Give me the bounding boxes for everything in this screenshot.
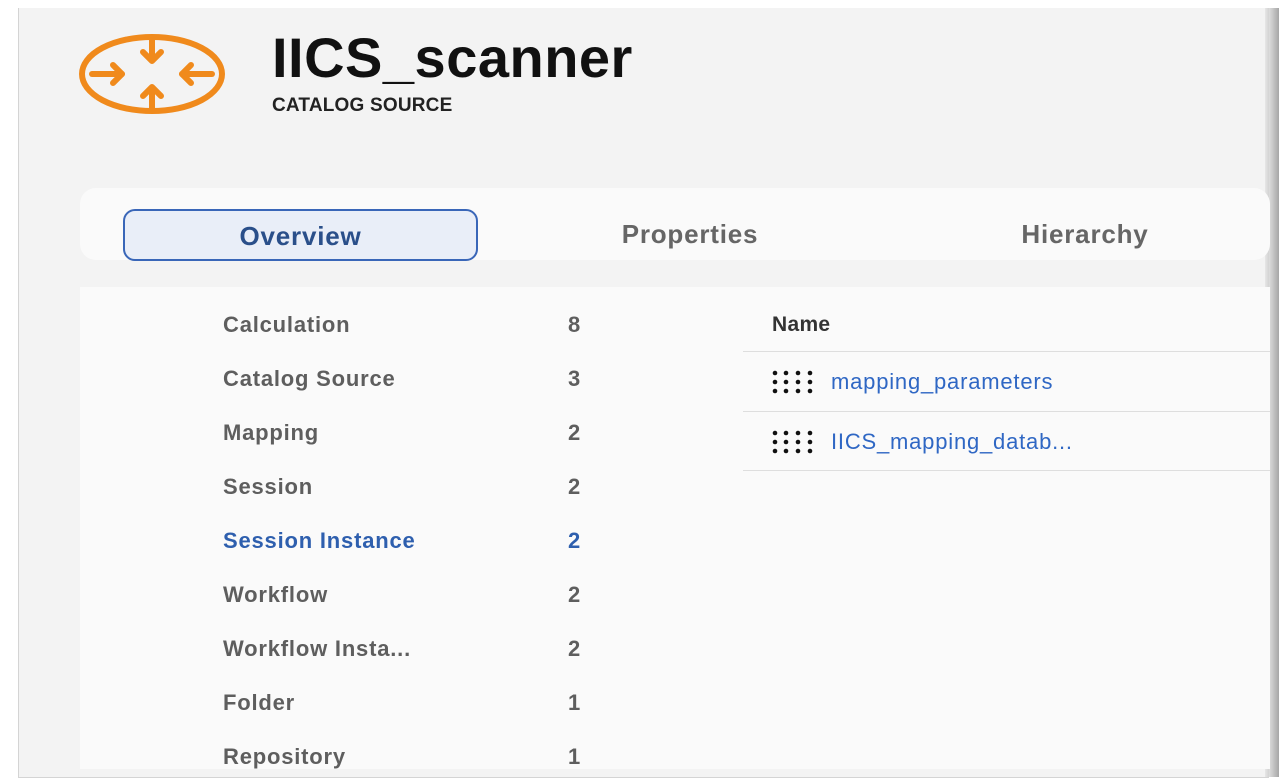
category-label: Catalog Source [223, 366, 396, 391]
table-row[interactable]: IICS_mapping_datab... [743, 412, 1270, 470]
category-label: Workflow [223, 582, 328, 607]
category-count: 2 [568, 528, 581, 553]
category-label: Session Instance [223, 528, 416, 553]
category-label: Calculation [223, 312, 351, 337]
category-label: Repository [223, 744, 346, 769]
page-title: IICS_scanner [272, 26, 633, 89]
category-count: 1 [568, 744, 581, 769]
tab-overview[interactable]: Overview [123, 209, 478, 261]
category-label: Workflow Insta... [223, 636, 411, 661]
category-label: Session [223, 474, 313, 499]
table-row[interactable]: mapping_parameters [743, 352, 1270, 410]
tab-properties[interactable]: Properties [560, 209, 820, 261]
category-count: 2 [568, 582, 581, 607]
category-count: 2 [568, 474, 581, 499]
catalog-source-icon [79, 34, 225, 114]
asset-link[interactable]: mapping_parameters [831, 369, 1053, 395]
asset-link[interactable]: IICS_mapping_datab... [831, 429, 1073, 455]
drag-handle-icon[interactable] [771, 369, 815, 395]
drag-handle-icon[interactable] [771, 429, 815, 455]
tab-hierarchy[interactable]: Hierarchy [960, 209, 1210, 261]
page-subtitle: CATALOG SOURCE [272, 95, 453, 116]
category-count: 8 [568, 312, 581, 337]
category-label: Folder [223, 690, 296, 715]
category-count: 2 [568, 636, 581, 661]
table-divider [743, 470, 1270, 471]
name-column-header[interactable]: Name [772, 313, 830, 337]
category-count: 2 [568, 420, 581, 445]
category-label: Mapping [223, 420, 320, 445]
category-count: 3 [568, 366, 581, 391]
category-count: 1 [568, 690, 581, 715]
